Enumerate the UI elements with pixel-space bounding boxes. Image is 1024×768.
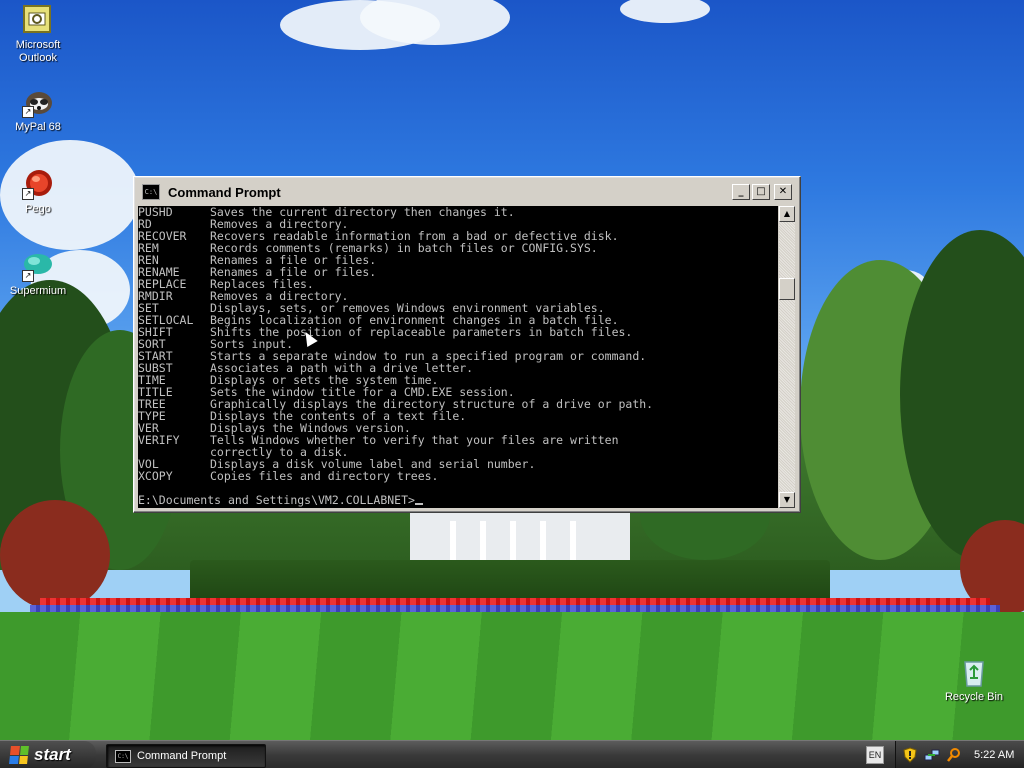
text-cursor — [414, 503, 423, 505]
red-bush — [0, 500, 110, 610]
security-shield-icon[interactable] — [902, 747, 918, 763]
window-controls: _ □ ✕ — [732, 184, 792, 200]
close-button[interactable]: ✕ — [774, 184, 792, 200]
console-line: XCOPY Copies files and directory trees. — [138, 470, 653, 482]
cmd-icon[interactable]: C:\ — [142, 184, 160, 200]
cmd-icon: C:\ — [115, 749, 131, 763]
desktop-icon-label: Microsoft Outlook — [15, 39, 61, 64]
shortcut-arrow-icon: ↗ — [22, 106, 34, 118]
network-icon[interactable] — [924, 747, 940, 763]
hedge — [190, 560, 830, 602]
console-lines: PUSHD Saves the current directory then ch… — [138, 206, 653, 482]
lawn — [0, 612, 1024, 740]
minimize-button[interactable]: _ — [732, 184, 750, 200]
taskbar: start C:\ Command Prompt EN 5:22 AM — [0, 740, 1024, 768]
scroll-down-button[interactable]: ▼ — [779, 492, 795, 508]
shortcut-arrow-icon: ↗ — [22, 188, 34, 200]
system-tray: 5:22 AM — [895, 741, 1024, 768]
desktop-icon-label: Pego — [25, 203, 51, 215]
supermium-icon: ↗ — [22, 250, 54, 282]
desktop-icon-supermium[interactable]: ↗ Supermium — [0, 250, 76, 298]
desktop-icon-pego[interactable]: ↗ Pego — [0, 168, 76, 216]
outlook-icon — [22, 4, 54, 36]
title-bar[interactable]: C:\ Command Prompt _ □ ✕ — [137, 180, 795, 204]
desktop-icon-mypal[interactable]: ↗ MyPal 68 — [0, 86, 76, 134]
cloud — [620, 0, 710, 23]
shortcut-arrow-icon: ↗ — [22, 270, 34, 282]
console-output[interactable]: PUSHD Saves the current directory then ch… — [138, 206, 778, 508]
scroll-thumb[interactable] — [779, 278, 795, 300]
console-command-name: VERIFY — [138, 433, 180, 447]
clock[interactable]: 5:22 AM — [974, 749, 1014, 761]
start-button[interactable]: start — [0, 741, 96, 768]
desktop-icon-label: Supermium — [9, 285, 67, 297]
language-indicator[interactable]: EN — [866, 746, 884, 764]
search-icon[interactable] — [946, 747, 962, 763]
desktop-icon-recycle-bin[interactable]: Recycle Bin — [936, 656, 1012, 704]
maximize-button[interactable]: □ — [752, 184, 770, 200]
desktop-icon-label: MyPal 68 — [15, 121, 61, 133]
command-prompt-line[interactable]: E:\Documents and Settings\VM2.COLLABNET> — [138, 494, 423, 506]
console-command-description: Copies files and directory trees. — [210, 469, 439, 483]
desktop-icon-outlook[interactable]: Microsoft Outlook — [0, 4, 76, 65]
recycle-bin-icon — [958, 656, 990, 688]
console-command-name: XCOPY — [138, 469, 173, 483]
command-prompt-window[interactable]: C:\ Command Prompt _ □ ✕ PUSHD Saves the … — [133, 176, 801, 513]
start-label: start — [34, 745, 71, 764]
taskbar-item-command-prompt[interactable]: C:\ Command Prompt — [106, 744, 266, 768]
pego-icon: ↗ — [22, 168, 54, 200]
window-title: Command Prompt — [168, 184, 281, 200]
windows-logo-icon — [9, 746, 29, 764]
mypal-icon: ↗ — [22, 86, 54, 118]
prompt-path: E:\Documents and Settings\VM2.COLLABNET> — [138, 493, 415, 507]
scroll-up-button[interactable]: ▲ — [779, 206, 795, 222]
vertical-scrollbar[interactable]: ▲ ▼ — [779, 206, 795, 508]
taskbar-item-label: Command Prompt — [137, 750, 227, 762]
desktop-icon-label: Recycle Bin — [944, 691, 1004, 703]
